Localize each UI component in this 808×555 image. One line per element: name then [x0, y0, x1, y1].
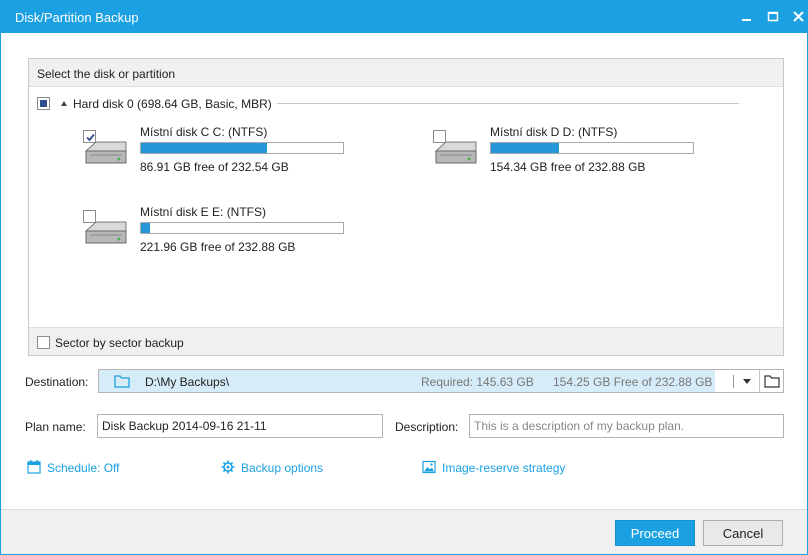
panel-header-label: Select the disk or partition	[37, 67, 176, 81]
partition-name: Místní disk E E: (NTFS)	[140, 205, 267, 219]
partition-c[interactable]: Místní disk C C: (NTFS) 86.91 GB free of…	[83, 125, 388, 185]
disk-row: Hard disk 0 (698.64 GB, Basic, MBR)	[37, 96, 739, 112]
title-bar: Disk/Partition Backup	[1, 1, 807, 33]
backup-options-label: Backup options	[241, 461, 324, 475]
description-input[interactable]	[469, 414, 784, 438]
browse-button[interactable]	[759, 370, 783, 392]
divider	[733, 375, 734, 388]
minimize-button[interactable]	[737, 7, 757, 27]
maximize-icon	[767, 11, 779, 22]
partition-free: 221.96 GB free of 232.88 GB	[140, 240, 296, 254]
minimize-icon	[742, 19, 751, 21]
expand-triangle-icon[interactable]	[61, 101, 67, 106]
divider	[277, 103, 739, 104]
required-size: Required: 145.63 GB	[421, 375, 534, 389]
partition-d[interactable]: Místní disk D D: (NTFS) 154.34 GB free o…	[433, 125, 738, 185]
image-strategy-label: Image-reserve strategy	[442, 461, 566, 475]
schedule-label: Schedule: Off	[47, 461, 120, 475]
destination-path: D:\My Backups\	[145, 375, 230, 389]
folder-icon	[114, 375, 130, 388]
usage-fill	[491, 143, 559, 153]
backup-options-link[interactable]: Backup options	[221, 460, 341, 476]
usage-bar	[140, 222, 344, 234]
usage-bar	[490, 142, 694, 154]
close-icon	[793, 11, 804, 22]
destination-free: 154.25 GB Free of 232.88 GB	[553, 375, 713, 389]
folder-icon	[764, 375, 780, 388]
partition-free: 86.91 GB free of 232.54 GB	[140, 160, 289, 174]
plan-name-label: Plan name:	[25, 420, 86, 434]
sector-backup-label: Sector by sector backup	[55, 336, 184, 350]
image-strategy-link[interactable]: Image-reserve strategy	[422, 460, 592, 476]
backup-window: Disk/Partition Backup Select the disk or…	[0, 0, 808, 555]
maximize-button[interactable]	[763, 7, 783, 27]
usage-fill	[141, 143, 267, 153]
hard-drive-icon	[84, 221, 127, 244]
image-icon	[422, 460, 436, 474]
proceed-button[interactable]: Proceed	[615, 520, 695, 546]
panel-header: Select the disk or partition	[29, 59, 783, 87]
sector-backup-checkbox[interactable]	[37, 336, 50, 349]
destination-field[interactable]: D:\My Backups\ Required: 145.63 GB 154.2…	[98, 369, 784, 393]
button-bar: Proceed Cancel	[1, 509, 807, 554]
partition-free: 154.34 GB free of 232.88 GB	[490, 160, 646, 174]
partition-name: Místní disk C C: (NTFS)	[140, 125, 268, 139]
window-title: Disk/Partition Backup	[15, 10, 139, 25]
schedule-link[interactable]: Schedule: Off	[27, 460, 137, 476]
hard-drive-icon	[434, 141, 477, 164]
plan-name-input[interactable]	[97, 414, 383, 438]
disk-label: Hard disk 0 (698.64 GB, Basic, MBR)	[73, 97, 272, 111]
disk-checkbox[interactable]	[37, 97, 50, 110]
partition-name: Místní disk D D: (NTFS)	[490, 125, 618, 139]
usage-fill	[141, 223, 150, 233]
hard-drive-icon	[84, 141, 127, 164]
description-label: Description:	[395, 420, 459, 434]
gear-icon	[221, 460, 235, 474]
calendar-icon	[27, 460, 41, 474]
usage-bar	[140, 142, 344, 154]
panel-footer: Sector by sector backup	[29, 327, 783, 355]
destination-label: Destination:	[25, 375, 89, 389]
disk-selection-panel: Select the disk or partition Hard disk 0…	[28, 58, 784, 356]
chevron-down-icon[interactable]	[739, 370, 757, 392]
cancel-button[interactable]: Cancel	[703, 520, 783, 546]
close-button[interactable]	[789, 7, 808, 27]
partition-e[interactable]: Místní disk E E: (NTFS) 221.96 GB free o…	[83, 205, 388, 265]
